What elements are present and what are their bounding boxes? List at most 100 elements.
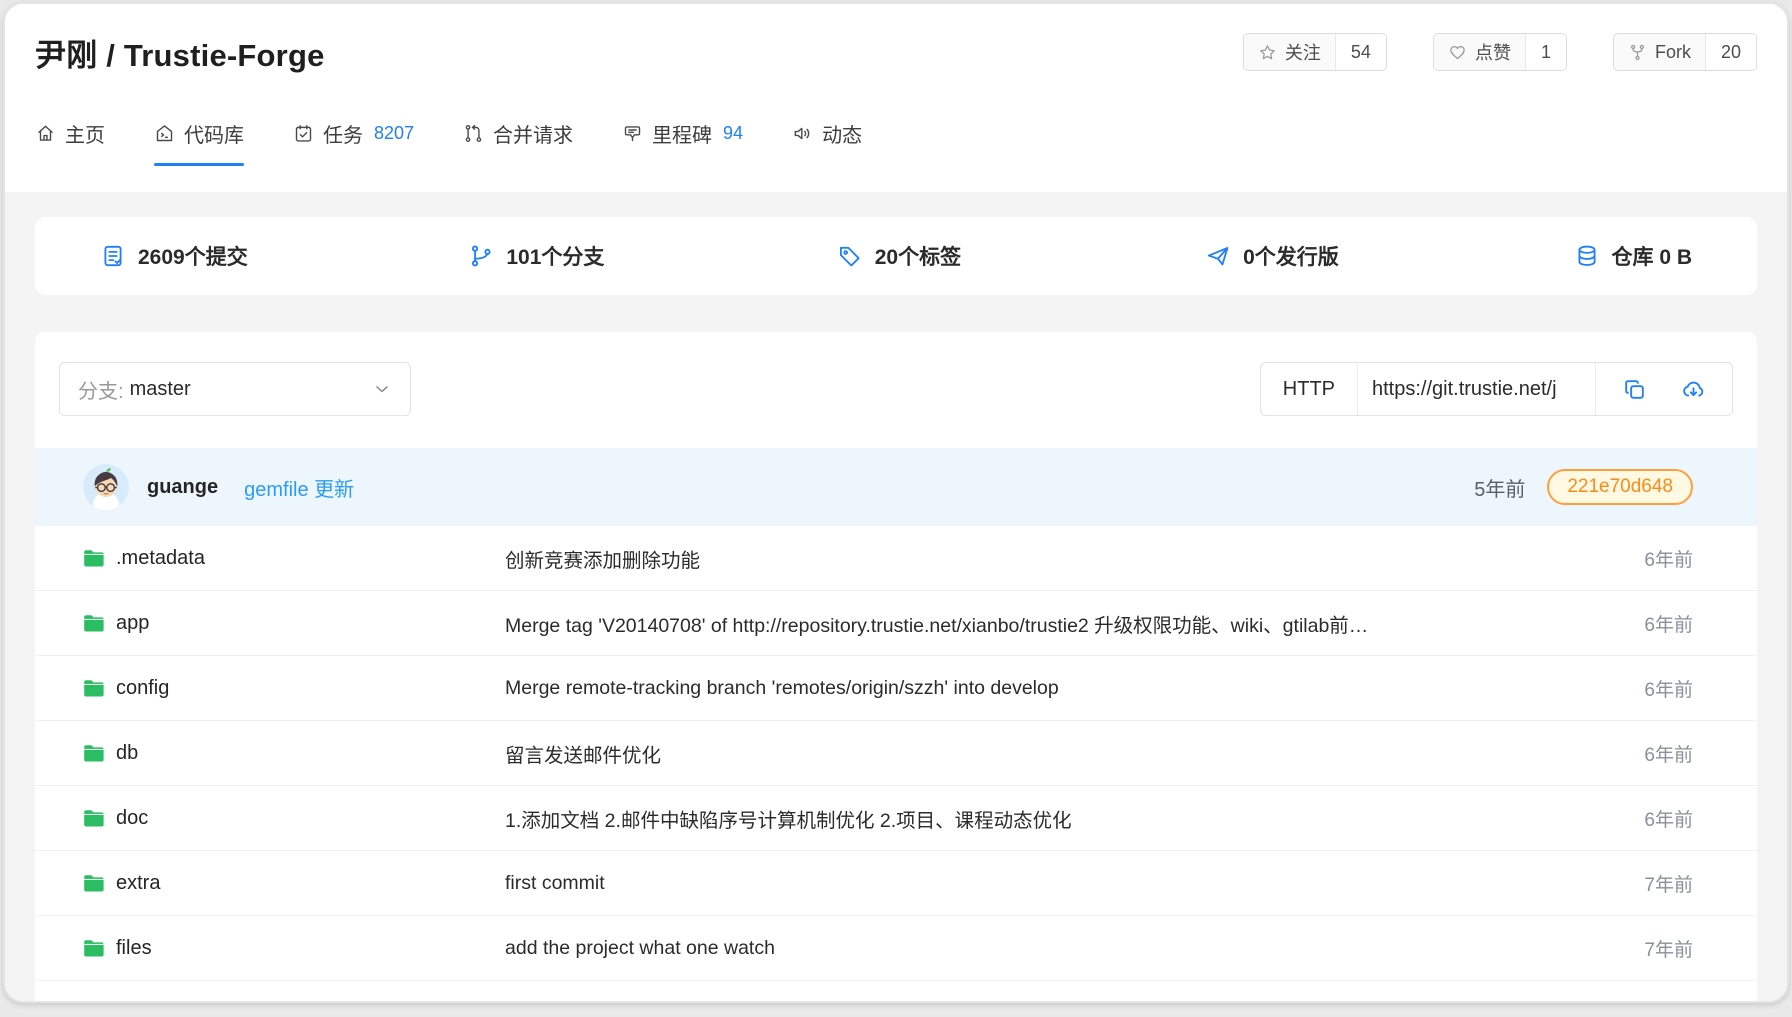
- watch-button[interactable]: 关注 54: [1243, 33, 1387, 71]
- commits-icon: [100, 243, 126, 269]
- clone-actions: [1595, 363, 1732, 415]
- file-time: 6年前: [1644, 545, 1693, 572]
- table-row[interactable]: db 留言发送邮件优化 6年前: [35, 721, 1757, 786]
- file-name[interactable]: extra: [116, 872, 160, 895]
- branch-value: master: [130, 378, 191, 401]
- table-row[interactable]: files add the project what one watch 7年前: [35, 916, 1757, 981]
- stat-commits[interactable]: 2609个提交: [100, 241, 468, 271]
- folder-icon: [83, 809, 105, 828]
- praise-button[interactable]: 点赞 1: [1433, 33, 1567, 71]
- file-name[interactable]: doc: [116, 807, 148, 830]
- latest-commit-row: guange gemfile 更新 5年前 221e70d648: [35, 448, 1757, 526]
- file-commit-message[interactable]: 创新竞赛添加删除功能: [505, 544, 1620, 573]
- tab-milestones[interactable]: 里程碑 94: [622, 100, 743, 166]
- fork-count[interactable]: 20: [1705, 34, 1756, 70]
- tab-milestones-count: 94: [723, 123, 743, 144]
- file-table: .metadata 创新竞赛添加删除功能 6年前 app Merge tag '…: [35, 526, 1757, 1003]
- file-commit-message[interactable]: 1.添加文档 2.邮件中缺陷序号计算机制优化 2.项目、课程动态优化: [505, 804, 1620, 833]
- tab-issues-count: 8207: [374, 123, 414, 144]
- app-header: 尹刚 / Trustie-Forge 关注 54 点赞 1: [5, 4, 1787, 100]
- table-row[interactable]: config Merge remote-tracking branch 'rem…: [35, 656, 1757, 721]
- file-browser-card: 分支: master HTTP https://git.trustie.net/…: [35, 332, 1757, 1003]
- header-actions: 关注 54 点赞 1 Fork 20: [1243, 33, 1757, 71]
- tab-activity[interactable]: 动态: [792, 100, 862, 166]
- download-icon[interactable]: [1681, 377, 1706, 402]
- tab-repository-label: 代码库: [184, 119, 244, 148]
- file-name[interactable]: db: [116, 742, 138, 765]
- watch-count[interactable]: 54: [1335, 34, 1386, 70]
- folder-icon: [83, 549, 105, 568]
- commit-hash-badge[interactable]: 221e70d648: [1547, 469, 1693, 505]
- tab-home[interactable]: 主页: [35, 100, 105, 166]
- repo-size-icon: [1574, 243, 1600, 269]
- stat-branches-label: 101个分支: [506, 241, 604, 271]
- stat-tags-label: 20个标签: [875, 241, 961, 271]
- milestone-icon: [622, 123, 643, 144]
- tab-issues[interactable]: 任务 8207: [293, 100, 414, 166]
- table-row-partial[interactable]: [35, 981, 1757, 1003]
- file-time: 7年前: [1644, 870, 1693, 897]
- praise-label: 点赞: [1475, 39, 1511, 65]
- home-icon: [35, 123, 56, 144]
- stat-repo-size-label: 仓库 0 B: [1612, 241, 1693, 271]
- stat-releases-label: 0个发行版: [1243, 241, 1339, 271]
- avatar-image: [83, 464, 129, 510]
- branch-icon: [468, 243, 494, 269]
- file-commit-message[interactable]: Merge tag 'V20140708' of http://reposito…: [505, 609, 1620, 638]
- table-row[interactable]: app Merge tag 'V20140708' of http://repo…: [35, 591, 1757, 656]
- folder-icon: [83, 939, 105, 958]
- file-time: 6年前: [1644, 610, 1693, 637]
- folder-icon: [83, 679, 105, 698]
- file-commit-message[interactable]: Merge remote-tracking branch 'remotes/or…: [505, 677, 1620, 700]
- tab-issues-label: 任务: [323, 119, 363, 148]
- code-repo-icon: [154, 123, 175, 144]
- file-commit-message[interactable]: add the project what one watch: [505, 937, 1620, 960]
- folder-icon: [83, 744, 105, 763]
- table-row[interactable]: doc 1.添加文档 2.邮件中缺陷序号计算机制优化 2.项目、课程动态优化 6…: [35, 786, 1757, 851]
- commit-time: 5年前: [1474, 473, 1525, 502]
- repo-toolbar: 分支: master HTTP https://git.trustie.net/…: [35, 362, 1757, 416]
- file-name[interactable]: config: [116, 677, 169, 700]
- file-time: 6年前: [1644, 805, 1693, 832]
- protocol-select[interactable]: HTTP: [1261, 363, 1357, 415]
- commit-message-link[interactable]: gemfile 更新: [244, 473, 354, 502]
- stat-tags[interactable]: 20个标签: [837, 241, 1205, 271]
- branch-label: 分支:: [78, 375, 124, 404]
- tab-merge-requests[interactable]: 合并请求: [463, 100, 573, 166]
- table-row[interactable]: .metadata 创新竞赛添加删除功能 6年前: [35, 526, 1757, 591]
- repo-stats-bar: 2609个提交 101个分支 20个标签 0个发行版 仓库 0 B: [35, 217, 1757, 295]
- tab-activity-label: 动态: [822, 119, 862, 148]
- file-name[interactable]: .metadata: [116, 547, 205, 570]
- file-time: 7年前: [1644, 935, 1693, 962]
- table-row[interactable]: extra first commit 7年前: [35, 851, 1757, 916]
- stat-branches[interactable]: 101个分支: [468, 241, 836, 271]
- file-name[interactable]: app: [116, 612, 149, 635]
- fork-label: Fork: [1655, 42, 1691, 63]
- file-name[interactable]: files: [116, 937, 152, 960]
- page-title: 尹刚 / Trustie-Forge: [35, 30, 325, 75]
- fork-button[interactable]: Fork 20: [1613, 33, 1757, 71]
- tab-repository[interactable]: 代码库: [154, 100, 244, 166]
- release-icon: [1205, 243, 1231, 269]
- chevron-down-icon: [372, 379, 392, 399]
- file-time: 6年前: [1644, 675, 1693, 702]
- commit-author[interactable]: guange: [147, 476, 218, 499]
- avatar[interactable]: [83, 464, 129, 510]
- watch-label: 关注: [1285, 39, 1321, 65]
- stat-repo-size[interactable]: 仓库 0 B: [1574, 241, 1693, 271]
- clone-url-input[interactable]: https://git.trustie.net/j: [1357, 363, 1595, 415]
- stat-releases[interactable]: 0个发行版: [1205, 241, 1573, 271]
- stat-commits-label: 2609个提交: [138, 241, 248, 271]
- branch-select[interactable]: 分支: master: [59, 362, 411, 416]
- folder-icon: [83, 614, 105, 633]
- file-commit-message[interactable]: 留言发送邮件优化: [505, 739, 1620, 768]
- file-time: 6年前: [1644, 740, 1693, 767]
- file-commit-message[interactable]: first commit: [505, 872, 1620, 895]
- tab-home-label: 主页: [65, 119, 105, 148]
- copy-icon[interactable]: [1622, 377, 1647, 402]
- star-icon: [1258, 43, 1277, 62]
- heart-icon: [1448, 43, 1467, 62]
- content-area: 2609个提交 101个分支 20个标签 0个发行版 仓库 0 B: [5, 192, 1787, 1003]
- folder-icon: [83, 874, 105, 893]
- praise-count[interactable]: 1: [1525, 34, 1566, 70]
